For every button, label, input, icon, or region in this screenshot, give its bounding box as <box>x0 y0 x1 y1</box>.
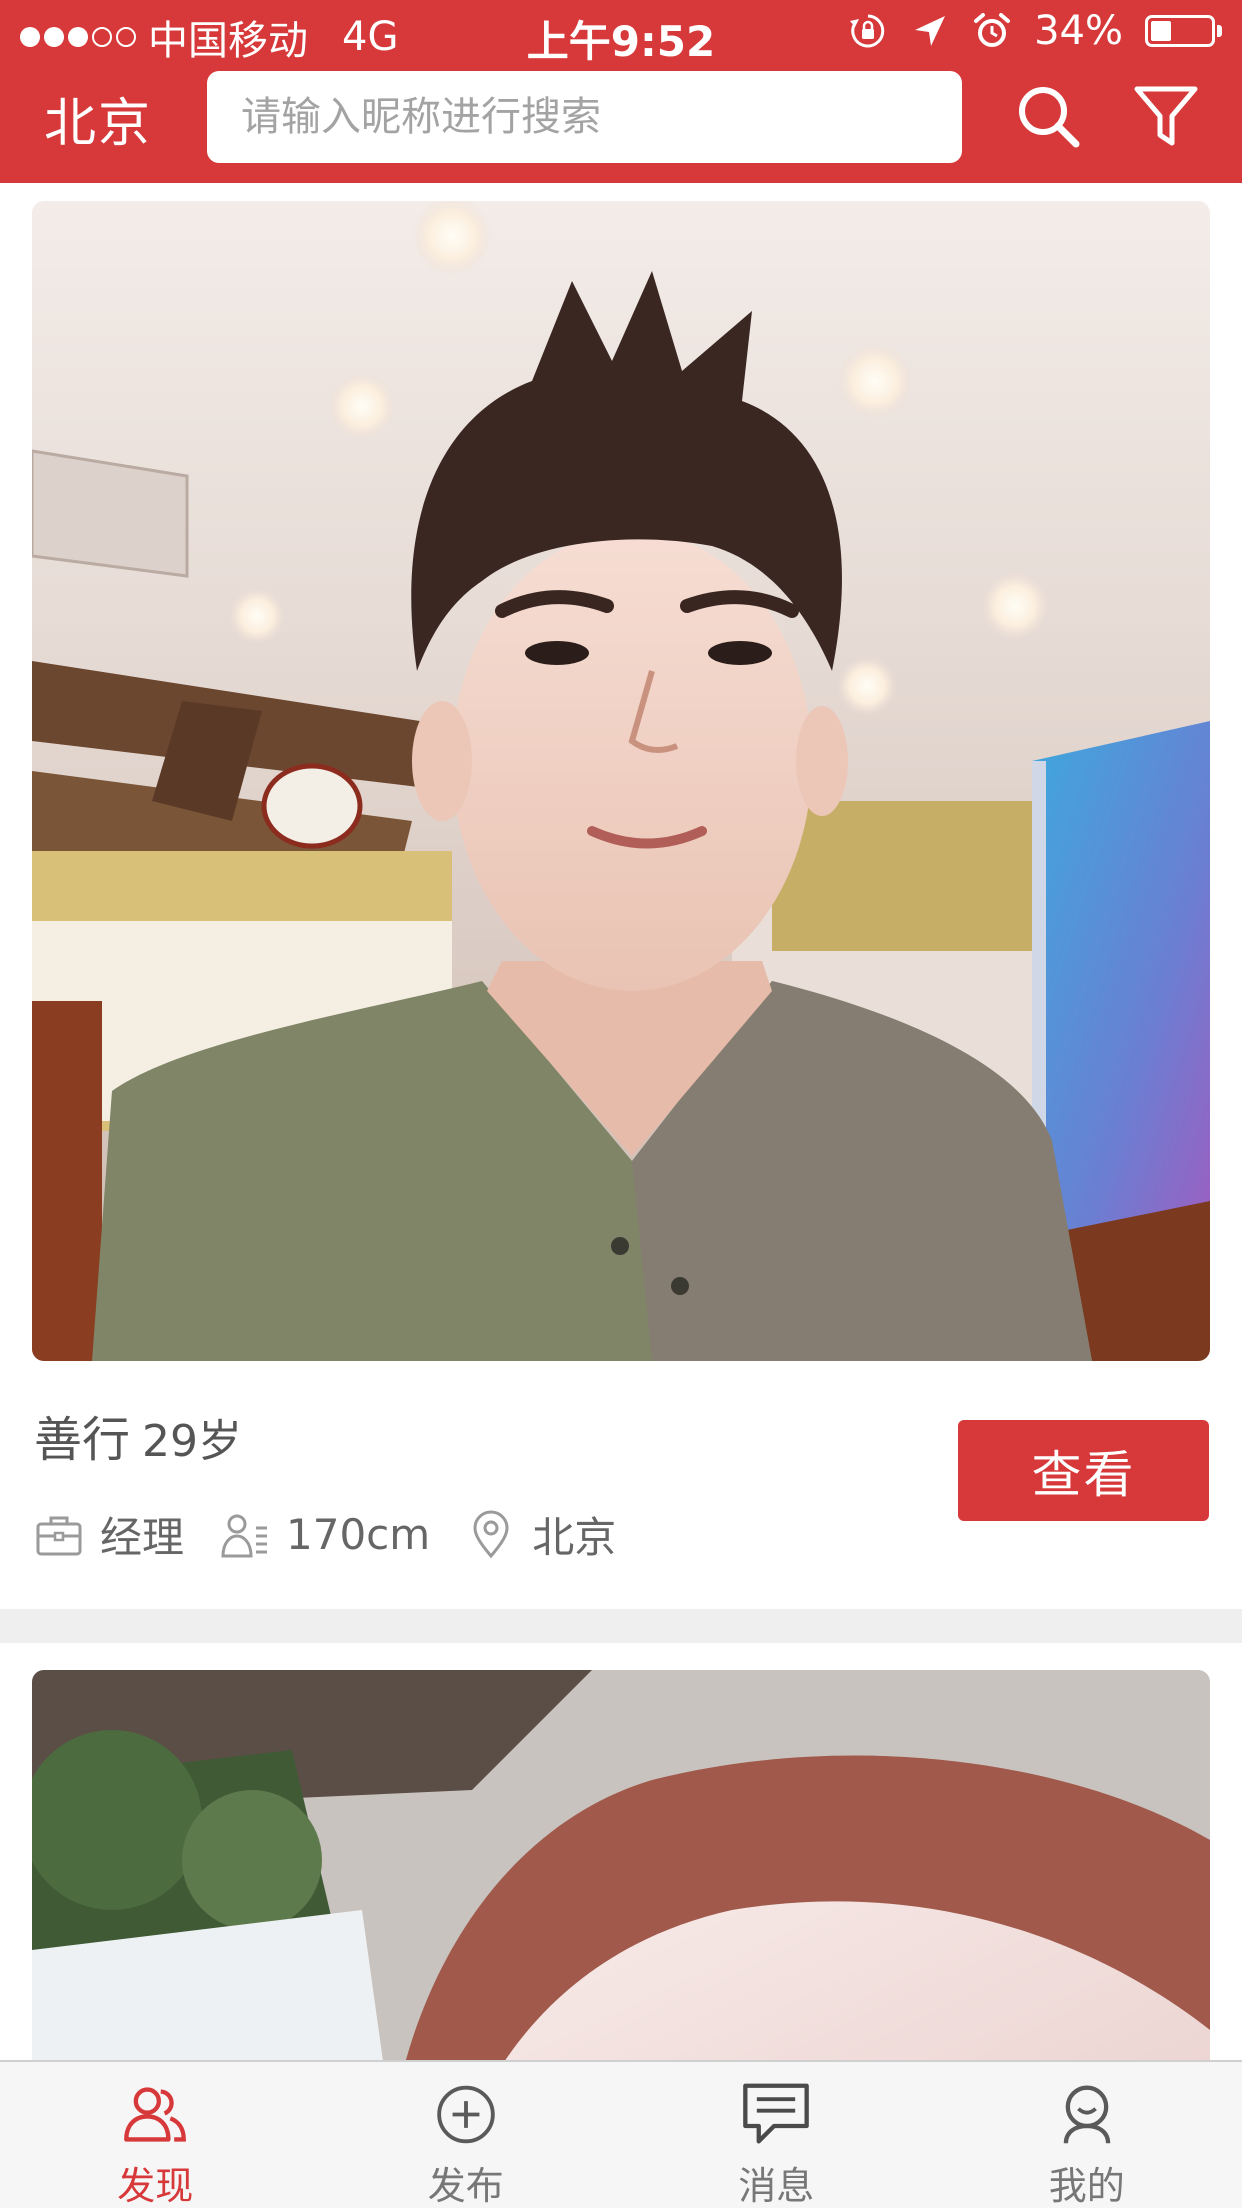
tab-publish[interactable]: 发布 <box>311 2062 622 2208</box>
profile-icon <box>1063 2085 1110 2144</box>
location-text: 北京 <box>532 1513 617 1562</box>
tab-label: 消息 <box>738 2164 815 2208</box>
tab-messages[interactable]: 消息 <box>621 2062 932 2208</box>
location-pin-icon <box>473 1510 509 1558</box>
height-info: 170cm <box>220 1510 430 1560</box>
battery-level <box>1151 21 1171 41</box>
filter-button[interactable] <box>1126 76 1206 156</box>
profile-photo[interactable] <box>32 1670 1210 2060</box>
alarm-icon <box>974 13 1011 47</box>
nav-bar: 北京 <box>0 66 1242 183</box>
profile-meta: 经理 170cm 北京 <box>34 1504 652 1565</box>
height-person-icon <box>221 1514 268 1557</box>
profile-photo[interactable] <box>32 201 1210 1361</box>
profile-feed[interactable]: 善行 29岁 查看 经理 170cm 北京 <box>0 183 1242 2060</box>
search-icon <box>1019 87 1080 148</box>
height-text: 170cm <box>286 1510 431 1559</box>
profile-card: 善行 29岁 查看 经理 170cm 北京 <box>0 183 1242 1609</box>
status-right: 34% <box>848 8 1222 54</box>
briefcase-icon <box>36 1516 82 1555</box>
view-profile-button[interactable]: 查看 <box>958 1420 1209 1521</box>
occupation-text: 经理 <box>100 1513 185 1562</box>
status-bar: 中国移动 4G 上午9:52 34% <box>0 0 1242 66</box>
profile-name: 善行 29岁 <box>34 1400 242 1470</box>
filter-icon <box>1134 86 1198 146</box>
profile-card <box>0 1643 1242 2060</box>
city-selector[interactable]: 北京 <box>44 88 152 160</box>
discover-users-icon <box>124 2087 187 2142</box>
location-info: 北京 <box>466 1504 616 1565</box>
app-screen: 中国移动 4G 上午9:52 34% 北京 请输入昵称进行搜索 善行 29岁 查… <box>0 0 1242 2208</box>
battery-percent: 34% <box>1034 8 1123 54</box>
tab-discover[interactable]: 发现 <box>0 2062 311 2208</box>
message-bubble-icon <box>743 2083 810 2144</box>
profile-photo-image <box>32 1670 1210 2060</box>
tab-mine[interactable]: 我的 <box>932 2062 1242 2208</box>
search-button[interactable] <box>1008 76 1088 156</box>
app-header: 中国移动 4G 上午9:52 34% 北京 请输入昵称进行搜索 <box>0 0 1242 183</box>
location-arrow-icon <box>915 16 946 46</box>
profile-nickname: 善行 <box>34 1412 131 1468</box>
profile-age: 29岁 <box>142 1416 243 1467</box>
rotation-lock-icon <box>850 14 885 48</box>
occupation-info: 经理 <box>34 1504 184 1565</box>
tab-label: 发布 <box>427 2164 504 2208</box>
tab-label: 我的 <box>1048 2164 1125 2208</box>
search-input[interactable] <box>207 71 962 163</box>
plus-circle-icon <box>437 2085 495 2144</box>
battery-icon <box>1145 15 1222 47</box>
tab-label: 发现 <box>117 2164 194 2208</box>
profile-photo-image <box>32 201 1210 1361</box>
bottom-tab-bar: 发现 发布 消息 我的 <box>0 2060 1242 2208</box>
